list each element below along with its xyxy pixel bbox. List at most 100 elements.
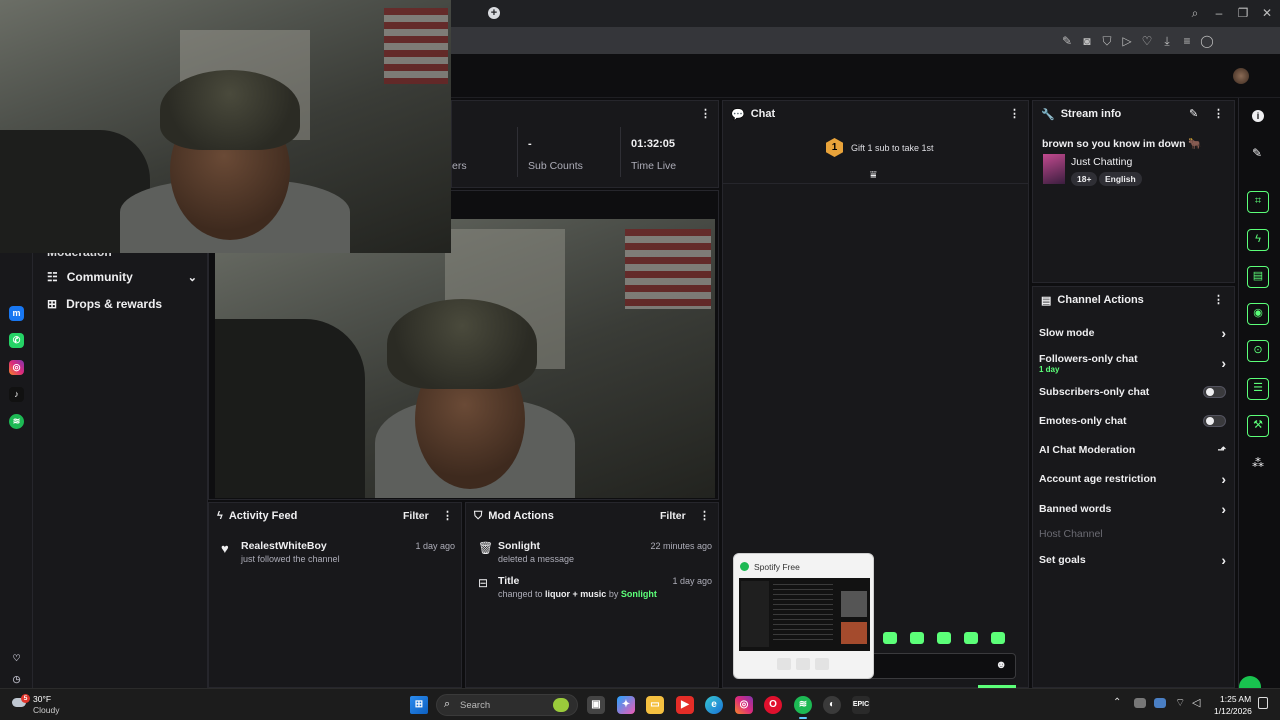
weather-widget[interactable]: 5 30°F Cloudy: [8, 693, 68, 717]
gift-sub-banner[interactable]: 1 Gift 1 sub to take 1st: [826, 138, 934, 157]
account-icon[interactable]: ◯: [1200, 34, 1214, 48]
stream-info-title: Stream info: [1060, 108, 1122, 120]
heart-icon[interactable]: ♡: [1140, 34, 1154, 48]
list-item[interactable]: ⊟ Title changed to liquor + music by Son…: [476, 574, 712, 600]
detail-user[interactable]: Sonlight: [621, 589, 657, 599]
tag-language[interactable]: English: [1099, 172, 1142, 186]
more-options-icon[interactable]: ⋮: [699, 509, 710, 523]
stream-video[interactable]: [215, 219, 715, 498]
maximize-icon[interactable]: ❐: [1236, 6, 1250, 20]
file-explorer-icon[interactable]: ▭: [646, 696, 664, 714]
emote-icon[interactable]: [937, 632, 951, 644]
clock-time[interactable]: 1:25 AM: [1220, 694, 1251, 704]
wrench-icon[interactable]: ⚒: [1247, 415, 1269, 437]
action-banned-words[interactable]: Banned words ›: [1039, 498, 1226, 520]
emoji-icon[interactable]: ☻: [995, 659, 1007, 671]
emote-icon[interactable]: [910, 632, 924, 644]
lightning-icon[interactable]: ϟ: [1247, 229, 1269, 251]
filter-button[interactable]: Filter: [660, 510, 686, 522]
chevron-down-icon[interactable]: ⌄: [188, 271, 197, 284]
action-emotes-only[interactable]: Emotes-only chat: [1039, 410, 1226, 432]
list-item[interactable]: 🗑 Sonlight deleted a message 22 minutes …: [476, 539, 712, 565]
menu-icon[interactable]: ≡: [1180, 34, 1194, 48]
share-icon[interactable]: ⁂: [1252, 456, 1264, 470]
notes-icon[interactable]: ▤: [1247, 266, 1269, 288]
spotify-thumbnail-popup[interactable]: Spotify Free: [733, 553, 874, 679]
discord-icon[interactable]: ◐: [823, 696, 841, 714]
emote-icon[interactable]: [883, 632, 897, 644]
tiktok-icon[interactable]: ♪: [9, 387, 24, 402]
new-tab-button[interactable]: +: [488, 7, 500, 19]
search-icon[interactable]: ⌕: [1188, 6, 1202, 20]
couch: [215, 319, 365, 498]
more-options-icon[interactable]: ⋮: [1213, 107, 1224, 121]
epic-games-icon[interactable]: EPIC: [852, 696, 870, 714]
edge-icon[interactable]: e: [705, 696, 723, 714]
download-icon[interactable]: ⤓: [1160, 34, 1174, 48]
tray-icon[interactable]: [1154, 698, 1166, 708]
emotes-only-toggle[interactable]: [1203, 415, 1226, 427]
emote-icon[interactable]: [991, 632, 1005, 644]
action-account-age[interactable]: Account age restriction ›: [1039, 468, 1226, 490]
minimize-icon[interactable]: –: [1212, 6, 1226, 20]
whatsapp-icon[interactable]: ✆: [9, 333, 24, 348]
shield-icon[interactable]: ⛉: [1100, 34, 1114, 48]
nav-item-drops[interactable]: ⊞ Drops & rewards: [47, 297, 162, 311]
entry-name[interactable]: Sonlight: [498, 540, 540, 552]
wifi-icon[interactable]: ⌔: [1175, 696, 1185, 710]
play-icon[interactable]: [796, 658, 810, 670]
pencil-icon[interactable]: ✎: [1252, 146, 1262, 160]
broadcast-icon[interactable]: ⊙: [1247, 340, 1269, 362]
filter-button[interactable]: Filter: [403, 510, 429, 522]
close-icon[interactable]: ✕: [1260, 6, 1274, 20]
instagram-icon[interactable]: ◎: [9, 360, 24, 375]
layout-icon[interactable]: ☰: [1247, 378, 1269, 400]
action-followers-only[interactable]: Followers-only chat 1 day ›: [1039, 348, 1226, 378]
previous-icon[interactable]: [777, 658, 791, 670]
messenger-icon[interactable]: m: [9, 306, 24, 321]
clock-icon[interactable]: ◷: [9, 672, 24, 687]
more-options-icon[interactable]: ⋮: [442, 509, 453, 523]
action-ai-moderation[interactable]: AI Chat Moderation ⬏: [1039, 439, 1226, 461]
action-set-goals[interactable]: Set goals ›: [1039, 549, 1226, 571]
next-icon[interactable]: [815, 658, 829, 670]
action-subscribers-only[interactable]: Subscribers-only chat: [1039, 381, 1226, 403]
heart-icon[interactable]: ♡: [9, 651, 24, 666]
tag-age[interactable]: 18+: [1071, 172, 1098, 186]
pencil-icon[interactable]: ✎: [1189, 107, 1198, 120]
chat-bubble-icon[interactable]: ◉: [1247, 303, 1269, 325]
more-options-icon[interactable]: ⋮: [700, 107, 711, 121]
action-slow-mode[interactable]: Slow mode ›: [1039, 322, 1226, 344]
nav-item-community[interactable]: ☷ Community ⌄: [47, 270, 197, 284]
info-icon[interactable]: i: [1252, 110, 1264, 122]
entry-name[interactable]: RealestWhiteBoy: [241, 540, 327, 552]
focus-icon[interactable]: ⌗: [1247, 191, 1269, 213]
opera-icon[interactable]: O: [764, 696, 782, 714]
taskbar-search[interactable]: ⌕ Search: [436, 694, 578, 716]
edit-icon[interactable]: ✎: [1060, 34, 1074, 48]
task-view-icon[interactable]: ▣: [587, 696, 605, 714]
clock-date[interactable]: 1/12/2026: [1214, 706, 1252, 716]
more-options-icon[interactable]: ⋮: [1009, 107, 1020, 121]
emote-icon[interactable]: [964, 632, 978, 644]
avatar[interactable]: [1233, 68, 1249, 84]
subscribers-only-toggle[interactable]: [1203, 386, 1226, 398]
tray-chevron-up-icon[interactable]: ⌃: [1113, 697, 1121, 708]
more-options-icon[interactable]: ⋮: [1213, 293, 1224, 307]
instagram-icon[interactable]: ◎: [735, 696, 753, 714]
tray-icon[interactable]: [1134, 698, 1146, 708]
category-thumbnail[interactable]: [1043, 154, 1065, 184]
pinned-filter-icon[interactable]: ⩸: [870, 169, 877, 182]
list-item[interactable]: ♥ RealestWhiteBoy just followed the chan…: [219, 539, 455, 565]
play-icon[interactable]: ▷: [1120, 34, 1134, 48]
camera-icon[interactable]: ◙: [1080, 34, 1094, 48]
volume-icon[interactable]: ◁: [1192, 696, 1200, 709]
windows-start-icon[interactable]: ⊞: [410, 696, 428, 714]
notification-icon[interactable]: [1258, 697, 1268, 709]
spotify-icon[interactable]: ≋: [794, 696, 812, 714]
youtube-icon[interactable]: ▶: [676, 696, 694, 714]
spotify-icon[interactable]: ≋: [9, 414, 24, 429]
copilot-icon[interactable]: ✦: [617, 696, 635, 714]
category-name[interactable]: Just Chatting: [1071, 156, 1132, 168]
webcam-overlay[interactable]: [0, 0, 451, 253]
